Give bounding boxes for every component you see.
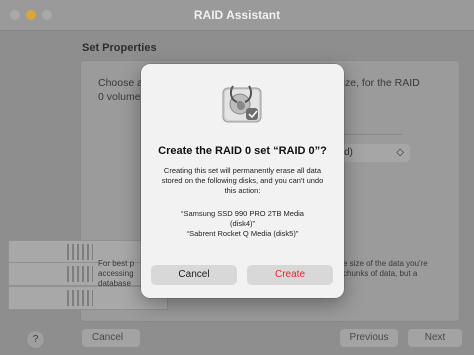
disk-name-line: “Samsung SSD 990 PRO 2TB Media xyxy=(181,209,304,218)
popup-chevron-icon: ◇ xyxy=(396,147,404,158)
footer-right-1: e size of the data you're xyxy=(343,259,428,268)
dialog-disk-list: “Samsung SSD 990 PRO 2TB Media (disk4)” … xyxy=(155,209,330,239)
disk-name-line: (disk4)” xyxy=(229,219,255,228)
disk-name-line: “Sabrent Rocket Q Media (disk5)” xyxy=(186,229,299,238)
chunk-size-popup[interactable]: d) ◇ xyxy=(340,144,410,162)
previous-button[interactable]: Previous xyxy=(340,329,398,347)
dialog-create-button[interactable]: Create xyxy=(247,265,333,285)
disk-bars-icon xyxy=(67,290,93,306)
section-title: Set Properties xyxy=(82,42,157,54)
title-bar: RAID Assistant xyxy=(0,0,474,31)
dialog-cancel-button[interactable]: Cancel xyxy=(151,265,237,285)
description-left: Choose a xyxy=(98,77,143,89)
dialog-message: Creating this set will permanently erase… xyxy=(161,166,324,195)
confirm-create-raid-dialog: Create the RAID 0 set “RAID 0”? Creating… xyxy=(141,64,344,298)
help-button[interactable]: ? xyxy=(26,330,45,349)
window-title: RAID Assistant xyxy=(193,8,281,22)
disk-bars-icon xyxy=(67,266,93,282)
disk-utility-icon xyxy=(219,82,265,126)
footer-right-2: chunks of data, but a xyxy=(343,269,418,278)
next-button[interactable]: Next xyxy=(408,329,462,347)
cancel-button[interactable]: Cancel xyxy=(82,329,140,347)
name-field[interactable] xyxy=(340,118,402,135)
footer-right: e size of the data you're chunks of data… xyxy=(343,259,443,279)
chunk-size-value: d) xyxy=(344,147,353,158)
description-left-2: 0 volume xyxy=(98,91,141,103)
bottom-bar: ? Cancel Previous Next xyxy=(0,320,474,355)
dialog-title: Create the RAID 0 set “RAID 0”? xyxy=(158,145,327,157)
disk-bars-icon xyxy=(67,244,93,260)
description-right: ) size, for the RAID xyxy=(331,77,420,89)
